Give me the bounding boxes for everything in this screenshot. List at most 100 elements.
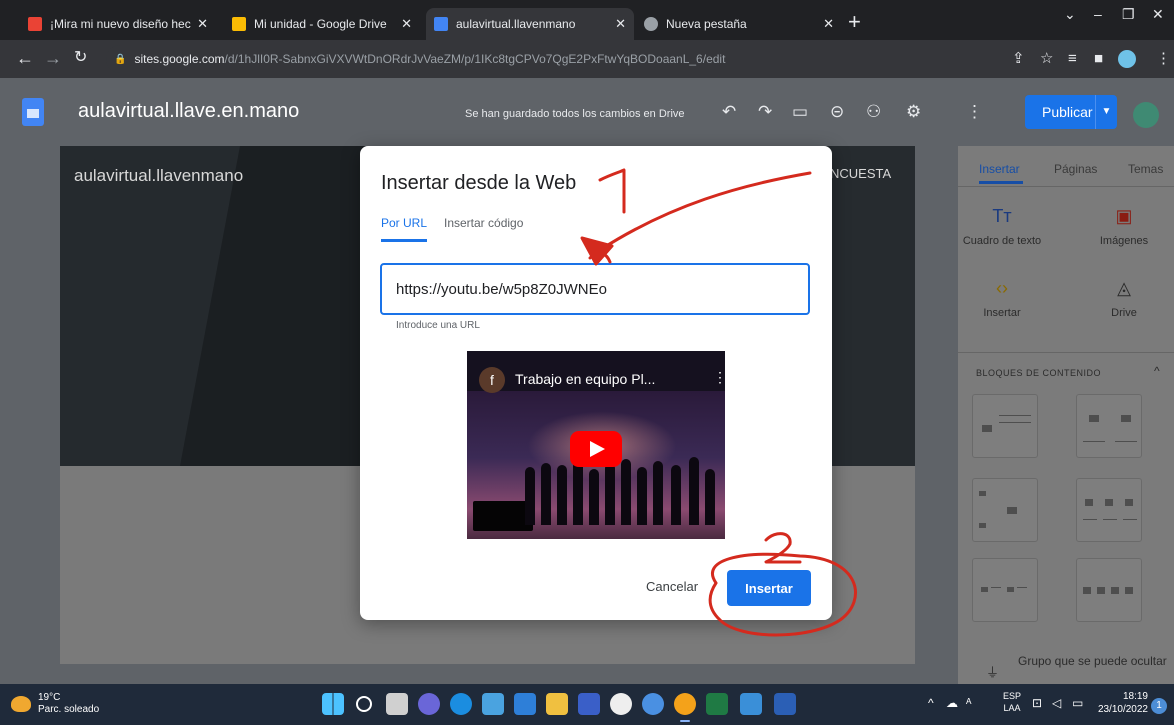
weather-widget[interactable]: 19°C Parc. soleado — [38, 692, 99, 716]
app-icon[interactable] — [642, 693, 664, 715]
edge-icon[interactable] — [450, 693, 472, 715]
address-bar[interactable]: 🔒 sites.google.com /d/1hJlI0R-SabnxGiVXV… — [106, 45, 1106, 73]
sites-icon — [434, 17, 448, 31]
account-avatar[interactable] — [1133, 102, 1159, 128]
images-tool[interactable]: ▣ Imágenes — [1084, 206, 1164, 247]
content-block[interactable] — [1076, 558, 1142, 622]
panel-tab-indicator — [979, 181, 1023, 184]
photos-icon[interactable] — [740, 693, 762, 715]
preview-icon[interactable]: ▭ — [792, 102, 808, 122]
publish-dropdown-icon[interactable]: ▼ — [1095, 95, 1117, 129]
word-icon[interactable] — [774, 693, 796, 715]
tab-title: Nueva pestaña — [666, 17, 747, 31]
browser-tab-sites[interactable]: aulavirtual.llavenmano ✕ — [426, 8, 634, 40]
browser-tab-drive[interactable]: Mi unidad - Google Drive ✕ — [224, 8, 420, 40]
file-explorer-icon[interactable] — [546, 693, 568, 715]
date: 23/10/2022 — [1097, 704, 1148, 715]
notification-badge[interactable]: 1 — [1151, 698, 1167, 714]
text-box-tool[interactable]: Tт Cuadro de texto — [962, 206, 1042, 247]
bookmark-star-icon[interactable]: ☆ — [1040, 50, 1053, 68]
reload-icon[interactable]: ↻ — [74, 49, 87, 67]
browser-tab-canva[interactable]: ¡Mira mi nuevo diseño hecho en ✕ — [20, 8, 216, 40]
excel-icon[interactable] — [706, 693, 728, 715]
tab-search-icon[interactable]: ⌄ — [1064, 6, 1076, 23]
image-icon: ▣ — [1115, 206, 1133, 226]
lang-layout: LAA — [1003, 703, 1021, 713]
input-language[interactable]: ESP LAA — [1003, 690, 1021, 714]
chrome-icon[interactable] — [674, 693, 696, 722]
drive-tool[interactable]: ◬ Drive — [1084, 278, 1164, 319]
onedrive-icon[interactable]: ☁ — [946, 696, 958, 710]
task-view-icon[interactable] — [386, 693, 408, 715]
publish-label: Publicar — [1042, 104, 1093, 120]
content-block[interactable] — [972, 478, 1038, 542]
share-with-others-icon[interactable]: ⚇ — [866, 102, 881, 122]
share-icon[interactable]: ⇪ — [1012, 50, 1025, 68]
side-panel-icon[interactable]: ■ — [1094, 50, 1103, 68]
system-clock[interactable]: 18:19 23/10/2022 — [1096, 690, 1148, 716]
video-title[interactable]: Trabajo en equipo Pl... — [515, 371, 655, 387]
drive-icon: ◬ — [1117, 278, 1131, 298]
channel-avatar[interactable]: f — [479, 367, 505, 393]
forward-icon[interactable]: → — [44, 49, 62, 67]
more-options-icon[interactable]: ⋮ — [966, 102, 983, 122]
url-input[interactable] — [380, 263, 810, 315]
embed-tool[interactable]: ‹› Insertar — [962, 278, 1042, 319]
panel-tab-paginas[interactable]: Páginas — [1054, 162, 1097, 176]
content-block[interactable] — [1076, 478, 1142, 542]
content-block[interactable] — [972, 394, 1038, 458]
store-icon[interactable] — [482, 693, 504, 715]
tab-embed-code[interactable]: Insertar código — [444, 216, 523, 230]
content-block[interactable] — [1076, 394, 1142, 458]
volume-icon[interactable]: ◁ — [1052, 696, 1061, 710]
browser-tab-new[interactable]: Nueva pestaña ✕ — [636, 8, 842, 40]
new-tab-button[interactable]: + — [848, 10, 861, 34]
content-block[interactable] — [972, 558, 1038, 622]
restore-icon[interactable]: ❐ — [1122, 6, 1135, 23]
insert-button[interactable]: Insertar — [727, 570, 811, 606]
youtube-play-icon[interactable] — [570, 431, 622, 467]
tab-title: Mi unidad - Google Drive — [254, 17, 387, 31]
undo-icon[interactable]: ↶ — [722, 102, 736, 122]
panel-tab-insertar[interactable]: Insertar — [979, 162, 1020, 176]
site-title[interactable]: aulavirtual.llave.en.mano — [78, 100, 299, 123]
battery-icon[interactable]: ▭ — [1072, 696, 1083, 710]
browser-tab-strip: ¡Mira mi nuevo diseño hecho en ✕ Mi unid… — [0, 0, 1174, 40]
tray-chevron-icon[interactable]: ^ — [928, 696, 934, 710]
windows-start-icon[interactable] — [322, 693, 344, 715]
embed-icon: ‹› — [996, 278, 1008, 298]
settings-icon[interactable]: ⚙ — [906, 102, 921, 122]
weather-icon[interactable] — [11, 696, 31, 712]
close-tab-icon[interactable]: ✕ — [615, 16, 626, 32]
video-menu-icon[interactable]: ⋮ — [713, 369, 725, 386]
cancel-button[interactable]: Cancelar — [646, 579, 698, 594]
publish-button[interactable]: Publicar ▼ — [1025, 95, 1117, 129]
search-icon[interactable] — [356, 696, 372, 712]
chevron-up-icon[interactable]: ^ — [1154, 364, 1160, 378]
sites-logo-icon[interactable] — [22, 98, 44, 126]
network-icon[interactable]: ⊡ — [1032, 696, 1042, 710]
banner-nav-item[interactable]: NCUESTA — [830, 166, 891, 181]
redo-icon[interactable]: ↷ — [758, 102, 772, 122]
panel-tab-temas[interactable]: Temas — [1128, 162, 1163, 176]
close-tab-icon[interactable]: ✕ — [823, 16, 834, 32]
browser-menu-icon[interactable]: ⋮ — [1156, 50, 1171, 68]
collapsible-group-block[interactable]: Grupo que se puede ocultar — [1018, 654, 1168, 669]
reading-list-icon[interactable]: ≡ — [1068, 50, 1077, 68]
close-tab-icon[interactable]: ✕ — [197, 16, 208, 32]
chat-icon[interactable] — [418, 693, 440, 715]
url-hint: Introduce una URL — [396, 320, 480, 331]
link-icon[interactable]: ⊝ — [830, 102, 844, 122]
close-tab-icon[interactable]: ✕ — [401, 16, 412, 32]
back-icon[interactable]: ← — [16, 49, 34, 67]
app-icon[interactable] — [610, 693, 632, 715]
minimize-icon[interactable]: – — [1094, 6, 1102, 22]
mail-icon[interactable] — [514, 693, 536, 715]
close-window-icon[interactable]: ✕ — [1152, 6, 1164, 23]
video-preview[interactable]: f Trabajo en equipo Pl... ⋮ — [467, 351, 725, 539]
dialog-tab-indicator — [381, 239, 427, 242]
tab-by-url[interactable]: Por URL — [381, 216, 427, 230]
language-icon[interactable]: ᴬ — [966, 696, 971, 710]
app-icon[interactable] — [578, 693, 600, 715]
profile-avatar-icon[interactable] — [1118, 50, 1136, 68]
